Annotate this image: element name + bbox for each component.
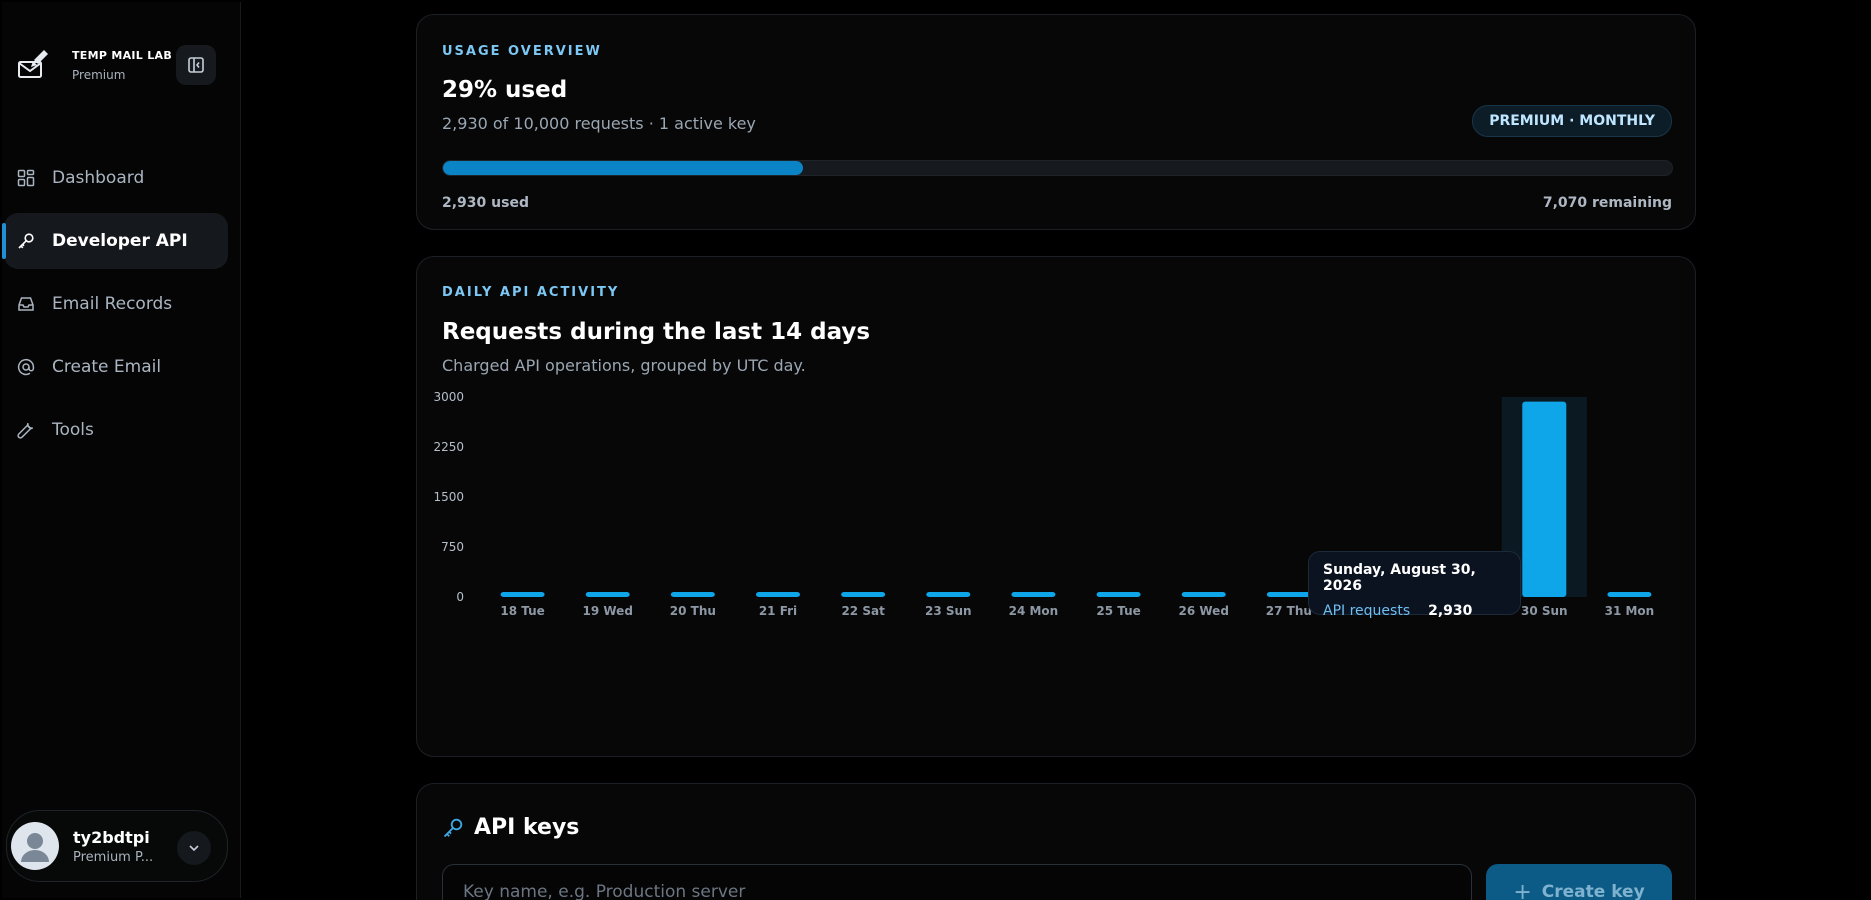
tooltip-title: Sunday, August 30, 2026 [1323,562,1476,594]
sidebar-item-create-email[interactable]: Create Email [4,339,228,395]
chart-tooltip: Sunday, August 30, 2026 API requests 2,9… [1308,551,1521,619]
x-tick-label: 20 Thu [670,604,716,618]
sidebar-item-tools[interactable]: Tools [4,402,228,458]
key-icon [443,818,463,837]
user-name: ty2bdtpi [73,827,150,847]
mail-logo-icon [18,50,48,78]
x-tick-label: 24 Mon [1009,604,1059,618]
avatar [11,822,59,870]
bar[interactable] [1266,592,1311,597]
user-menu-toggle[interactable] [177,831,211,865]
inbox-icon [16,294,36,314]
wrench-icon [16,420,36,440]
usage-progress-bar [442,160,1673,176]
sidebar-item-email-records[interactable]: Email Records [4,276,228,332]
chevron-down-icon [189,845,199,852]
usage-progress-fill [443,161,804,175]
create-key-label: Create key [1541,882,1645,900]
y-tick-label: 2250 [433,440,464,454]
daily-activity-card: DAILY API ACTIVITY Requests during the l… [416,256,1696,757]
bar[interactable] [1181,592,1226,597]
plus-icon: + [1513,879,1532,900]
sidebar-item-label: Create Email [52,357,162,377]
usage-used-label: 2,930 used [442,195,529,211]
tooltip-value: 2,930 [1428,603,1473,619]
usage-remaining-label: 7,070 remaining [1542,195,1672,211]
usage-overview-card: USAGE OVERVIEW 29% used 2,930 of 10,000 … [416,14,1696,230]
y-tick-label: 0 [456,590,464,604]
tooltip-key: API requests [1323,603,1411,619]
x-tick-label: 19 Wed [583,604,633,618]
bar[interactable] [1096,592,1141,597]
key-icon [16,231,36,251]
x-tick-label: 22 Sat [841,604,885,618]
bar[interactable] [1522,401,1567,597]
collapse-sidebar-button[interactable] [176,45,216,85]
api-keys-card: API keys + Create key [416,783,1696,900]
sidebar-collapse-icon [188,57,204,73]
brand-title: TEMP MAIL LAB [72,48,173,62]
sidebar-item-label: Developer API [52,231,188,251]
usage-subtitle: 2,930 of 10,000 requests · 1 active key [442,114,756,133]
key-name-input[interactable] [442,864,1472,900]
bar[interactable] [670,592,715,597]
bar[interactable] [585,592,630,597]
x-tick-label: 31 Mon [1605,604,1655,618]
sidebar-item-label: Dashboard [52,168,145,188]
y-tick-label: 750 [441,540,464,554]
plan-badge: PREMIUM · MONTHLY [1472,105,1672,137]
x-tick-label: 23 Sun [925,604,972,618]
bar[interactable] [841,592,886,597]
user-icon [21,833,49,862]
sidebar: TEMP MAIL LAB Premium Dashboard Develope… [2,2,241,898]
sidebar-item-dashboard[interactable]: Dashboard [4,150,228,206]
user-menu[interactable]: ty2bdtpi Premium P... [6,810,228,882]
x-tick-label: 30 Sun [1521,604,1568,618]
x-tick-label: 26 Wed [1179,604,1229,618]
requests-bar-chart: 0 750 1500 2250 3000 18 Tue 19 Wed 20 Thu 21 Fri… [433,390,1655,618]
bar[interactable] [756,592,800,597]
sidebar-item-label: Email Records [52,294,173,314]
at-icon [16,357,36,377]
x-tick-label: 25 Tue [1096,604,1140,618]
y-tick-label: 1500 [433,490,464,504]
grid-icon [16,168,36,188]
brand-plan: Premium [72,67,126,82]
sidebar-item-label: Tools [52,420,94,440]
create-key-button[interactable]: + Create key [1486,864,1672,900]
usage-eyebrow: USAGE OVERVIEW [442,44,602,59]
api-keys-title: API keys [474,815,580,840]
x-tick-label: 27 Thu [1266,604,1312,618]
bar[interactable] [1607,592,1652,597]
bar[interactable] [500,592,545,597]
y-tick-label: 3000 [433,390,464,404]
user-plan: Premium P... [73,849,154,865]
usage-title: 29% used [442,77,568,103]
x-tick-label: 21 Fri [759,604,797,618]
bar[interactable] [926,592,971,597]
sidebar-item-developer-api[interactable]: Developer API [2,213,228,269]
sidebar-nav: Dashboard Developer API Email Records Cr… [2,150,240,465]
bar[interactable] [1011,592,1056,597]
x-tick-label: 18 Tue [500,604,544,618]
brand[interactable]: TEMP MAIL LAB Premium [16,48,172,82]
